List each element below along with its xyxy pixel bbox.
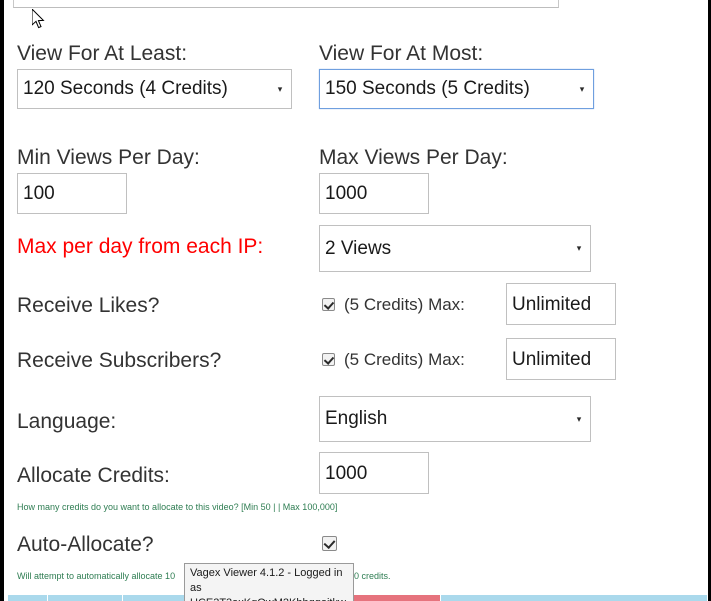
max-views-per-day-input[interactable]: 1000 xyxy=(319,173,429,214)
receive-subscribers-checkbox[interactable] xyxy=(322,353,335,366)
application-window: View For At Least: View For At Most: 120… xyxy=(0,0,711,601)
view-at-most-select[interactable]: 150 Seconds (5 Credits) ▾ xyxy=(319,69,594,109)
view-at-least-select[interactable]: 120 Seconds (4 Credits) ▾ xyxy=(17,69,292,109)
allocate-credits-input[interactable]: 1000 xyxy=(319,452,429,494)
receive-subscribers-max-input[interactable]: Unlimited xyxy=(506,338,616,380)
receive-subscribers-label: Receive Subscribers? xyxy=(17,349,222,372)
allocate-credits-label: Allocate Credits: xyxy=(17,464,170,487)
min-views-per-day-label: Min Views Per Day: xyxy=(17,146,200,169)
chevron-down-icon: ▾ xyxy=(576,413,582,424)
language-select[interactable]: English ▾ xyxy=(319,396,591,442)
chevron-down-icon: ▾ xyxy=(576,243,582,253)
auto-allocate-hint-before: Will attempt to automatically allocate 1… xyxy=(17,571,176,581)
language-value: English xyxy=(325,408,388,429)
auto-allocate-checkbox[interactable] xyxy=(322,536,337,551)
chevron-down-icon: ▾ xyxy=(579,83,585,94)
receive-subscribers-credits-note: (5 Credits) Max: xyxy=(344,350,465,369)
status-tooltip: Vagex Viewer 4.1.2 - Logged in as UCE3T3… xyxy=(184,563,354,601)
table-cell-alert xyxy=(353,595,441,601)
clipped-text-input-above[interactable] xyxy=(13,0,559,8)
view-at-most-value: 150 Seconds (5 Credits) xyxy=(325,78,530,99)
min-views-per-day-input[interactable]: 100 xyxy=(17,173,127,214)
receive-likes-checkbox[interactable] xyxy=(322,298,335,311)
max-per-ip-label: Max per day from each IP: xyxy=(17,235,264,258)
auto-allocate-hint-after: 0 credits. xyxy=(354,571,391,581)
language-label: Language: xyxy=(17,410,117,433)
view-at-least-label: View For At Least: xyxy=(17,42,188,65)
mouse-cursor-icon xyxy=(32,9,45,29)
auto-allocate-label: Auto-Allocate? xyxy=(17,533,154,556)
receive-likes-credits-note: (5 Credits) Max: xyxy=(344,295,465,314)
form-page-surface: View For At Least: View For At Most: 120… xyxy=(4,0,708,601)
receive-likes-label: Receive Likes? xyxy=(17,294,160,317)
table-cell xyxy=(48,595,123,601)
table-cell xyxy=(441,595,708,601)
tooltip-account-line: UCE3T3axKqQwM2Kbhqgojtkw xyxy=(190,596,348,601)
view-at-least-value: 120 Seconds (4 Credits) xyxy=(23,78,228,99)
max-views-per-day-label: Max Views Per Day: xyxy=(319,146,508,169)
tooltip-app-line: Vagex Viewer 4.1.2 - Logged in as xyxy=(190,567,343,594)
receive-likes-max-input[interactable]: Unlimited xyxy=(506,283,616,325)
view-at-most-label: View For At Most: xyxy=(319,42,484,65)
table-cell xyxy=(8,595,48,601)
allocate-credits-hint: How many credits do you want to allocate… xyxy=(17,502,338,512)
bottom-table-strip xyxy=(8,595,708,601)
max-per-ip-value: 2 Views xyxy=(325,237,392,259)
chevron-down-icon: ▾ xyxy=(277,83,283,94)
max-per-ip-select[interactable]: 2 Views ▾ xyxy=(319,225,591,272)
